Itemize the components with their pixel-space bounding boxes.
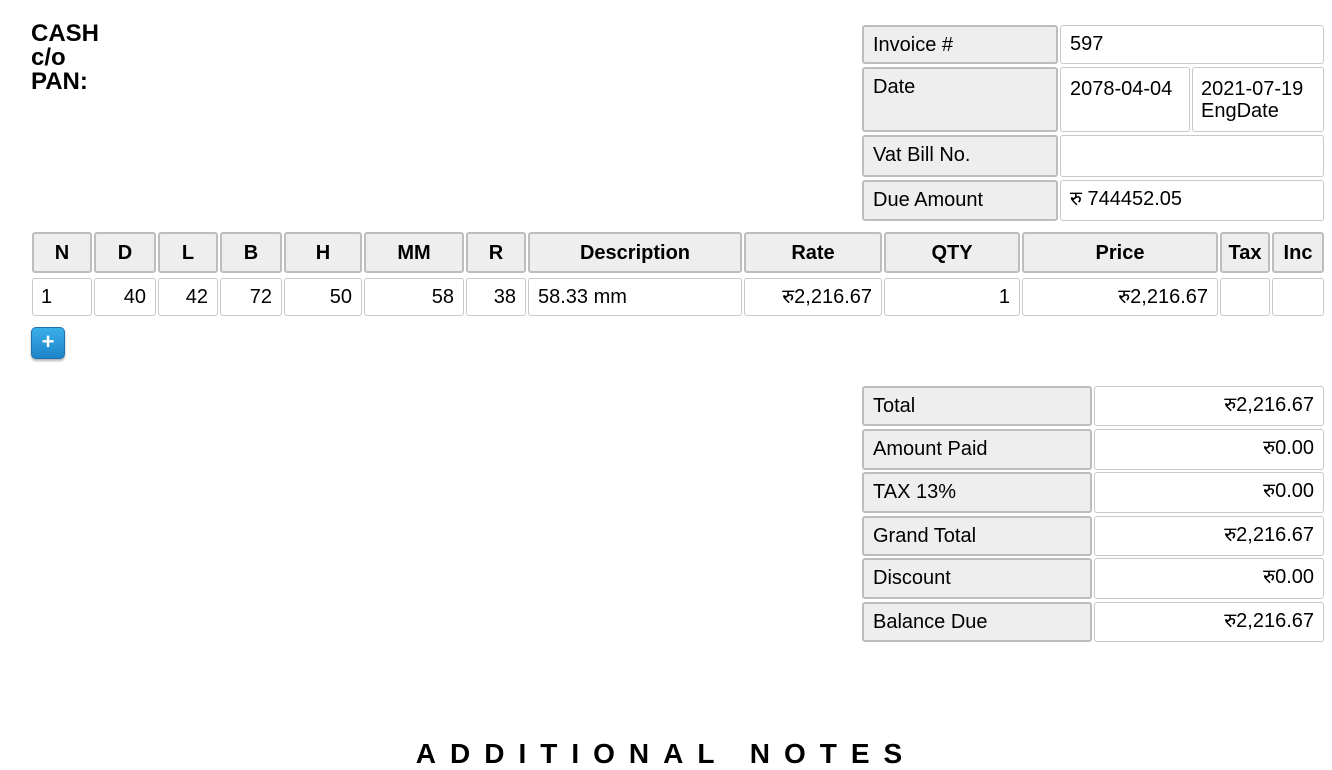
grand-total-label: Grand Total (862, 516, 1092, 556)
due-amount-field[interactable]: रु 744452.05 (1060, 180, 1324, 221)
column-header-b: B (220, 232, 282, 273)
balance-due-value: रु2,216.67 (1094, 602, 1324, 642)
date-english-caption: EngDate (1201, 100, 1279, 122)
column-header-description: Description (528, 232, 742, 273)
plus-icon: + (41, 329, 55, 354)
customer-name[interactable]: CASH (31, 22, 99, 46)
column-header-mm: MM (364, 232, 464, 273)
column-header-qty: QTY (884, 232, 1020, 273)
grand-total-value: रु2,216.67 (1094, 516, 1324, 556)
discount-label: Discount (862, 558, 1092, 599)
tax-label: TAX 13% (862, 472, 1092, 513)
date-english-value: 2021-07-19 (1201, 78, 1304, 100)
customer-block: CASH c/o PAN: (31, 22, 99, 94)
column-header-d: D (94, 232, 156, 273)
add-row-button[interactable]: + (31, 327, 65, 359)
column-header-rate: Rate (744, 232, 882, 273)
amount-paid-label: Amount Paid (862, 429, 1092, 470)
item-tax-checkbox[interactable] (1220, 278, 1270, 316)
vat-bill-label: Vat Bill No. (862, 135, 1058, 177)
vat-bill-field[interactable] (1060, 135, 1324, 177)
date-english-field[interactable]: 2021-07-19 EngDate (1192, 67, 1324, 132)
item-qty-field[interactable]: 1 (884, 278, 1020, 316)
item-rate-field[interactable]: रु2,216.67 (744, 278, 882, 316)
column-header-inc: Inc (1272, 232, 1324, 273)
tax-value: रु0.00 (1094, 472, 1324, 513)
item-description-field[interactable]: 58.33 mm (528, 278, 742, 316)
item-inc-checkbox[interactable] (1272, 278, 1324, 316)
column-header-r: R (466, 232, 526, 273)
item-n-field[interactable]: 1 (32, 278, 92, 316)
invoice-number-field[interactable]: 597 (1060, 25, 1324, 64)
balance-due-label: Balance Due (862, 602, 1092, 642)
item-l-field[interactable]: 42 (158, 278, 218, 316)
customer-pan[interactable]: PAN: (31, 70, 99, 94)
item-b-field[interactable]: 72 (220, 278, 282, 316)
item-mm-field[interactable]: 58 (364, 278, 464, 316)
column-header-price: Price (1022, 232, 1218, 273)
due-amount-label: Due Amount (862, 180, 1058, 221)
column-header-n: N (32, 232, 92, 273)
item-h-field[interactable]: 50 (284, 278, 362, 316)
date-label: Date (862, 67, 1058, 132)
item-price-field[interactable]: रु2,216.67 (1022, 278, 1218, 316)
column-header-l: L (158, 232, 218, 273)
invoice-label: Invoice # (862, 25, 1058, 64)
column-header-h: H (284, 232, 362, 273)
customer-care-of[interactable]: c/o (31, 46, 99, 70)
total-value: रु2,216.67 (1094, 386, 1324, 426)
column-header-tax: Tax (1220, 232, 1270, 273)
additional-notes-heading: ADDITIONAL NOTES (415, 738, 917, 769)
item-d-field[interactable]: 40 (94, 278, 156, 316)
discount-field[interactable]: रु0.00 (1094, 558, 1324, 599)
date-nepali-field[interactable]: 2078-04-04 (1060, 67, 1190, 132)
total-label: Total (862, 386, 1092, 426)
amount-paid-field[interactable]: रु0.00 (1094, 429, 1324, 470)
item-r-field[interactable]: 38 (466, 278, 526, 316)
